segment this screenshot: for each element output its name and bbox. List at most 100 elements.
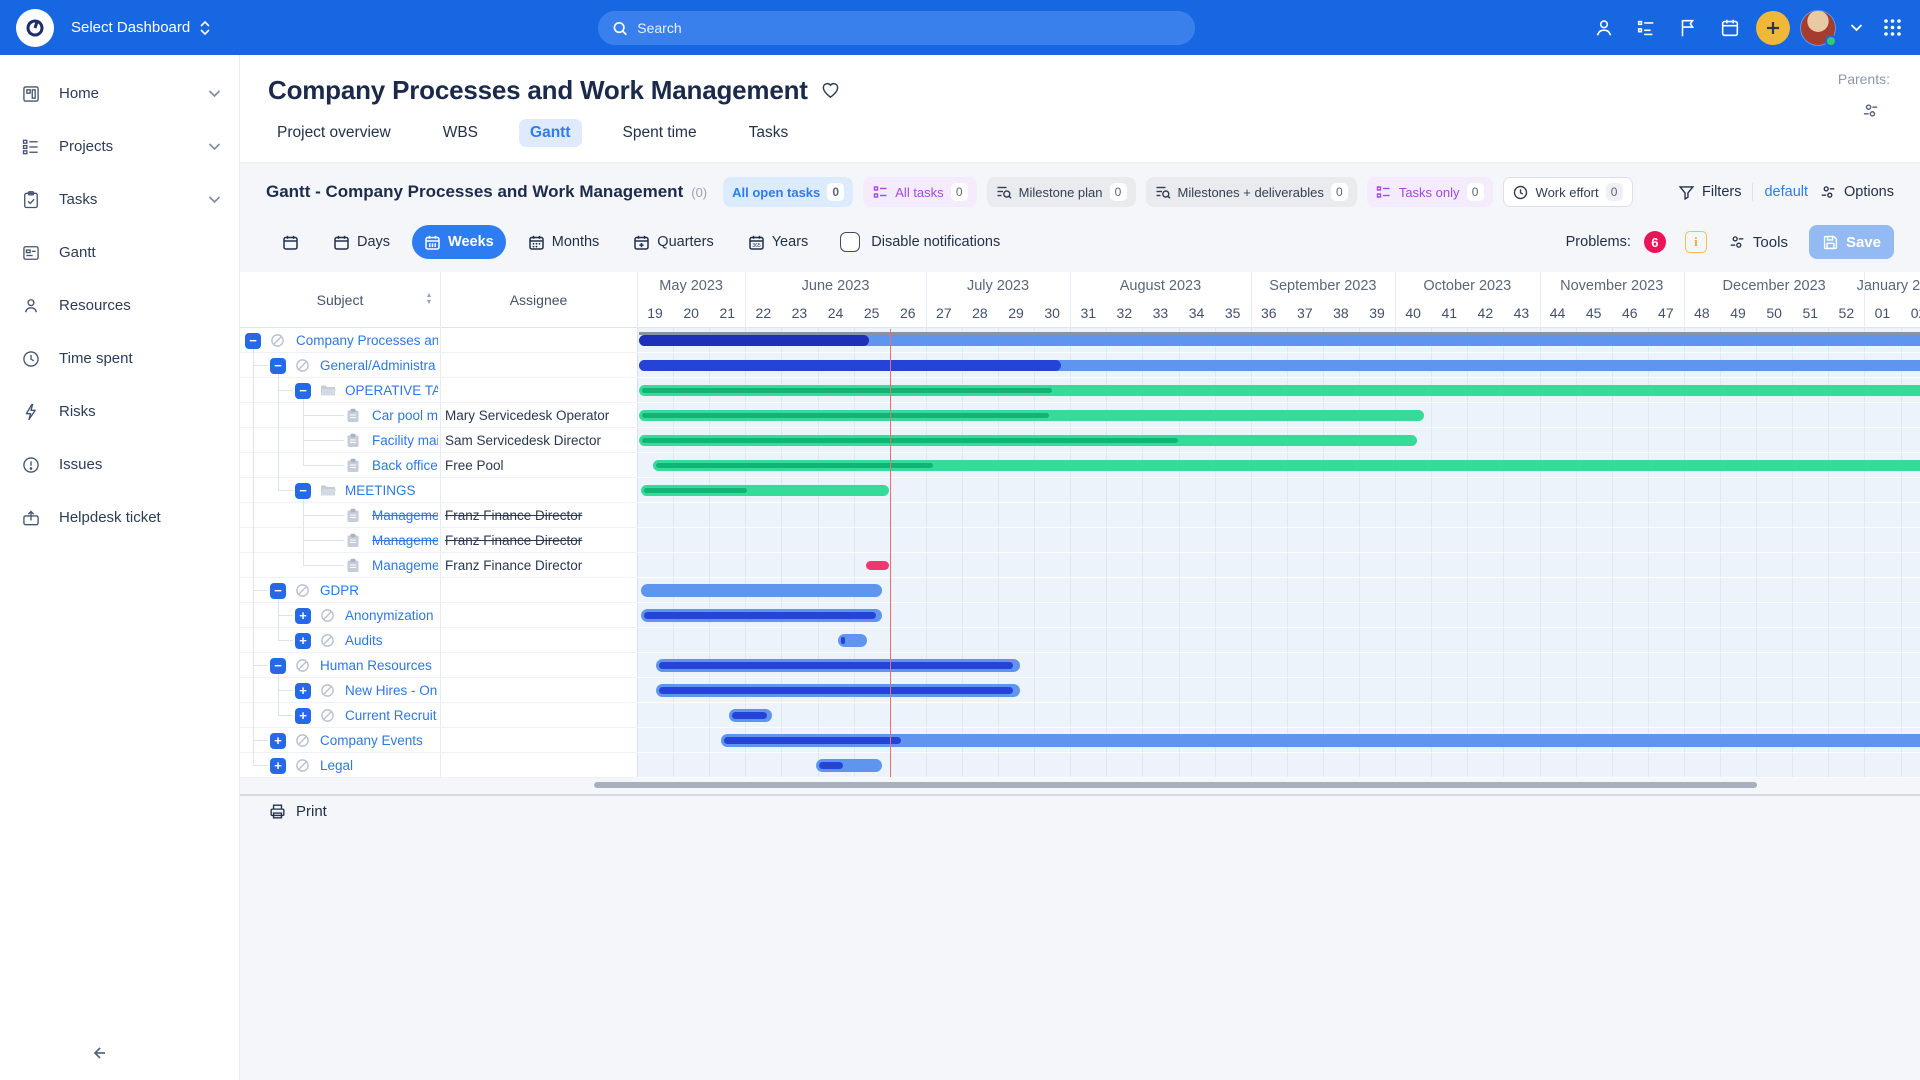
expand-node-button[interactable]: + [295,608,311,624]
chip-work-effort[interactable]: Work effort0 [1503,177,1633,207]
expand-node-button[interactable]: + [270,733,286,749]
gantt-row-subject[interactable]: New Hires - Onl [345,683,438,700]
collapse-node-button[interactable]: − [270,358,286,374]
options-button[interactable]: Options [1819,183,1894,201]
milestone-bar[interactable] [866,561,889,570]
list-search-icon [1155,184,1171,200]
funnel-icon [1678,184,1695,201]
disable-notifications-checkbox[interactable] [840,232,860,252]
row-separator [240,627,637,628]
timeline-week-number: 30 [1034,305,1070,321]
timeline-week-number: 37 [1287,305,1323,321]
chip-all-open-tasks[interactable]: All open tasks0 [723,177,853,207]
collapse-node-button[interactable]: − [245,333,261,349]
tree-connector [278,640,293,641]
gantt-row-subject[interactable]: Legal [320,758,438,775]
chip-milestones-deliverables[interactable]: Milestones + deliverables0 [1146,177,1357,207]
view-years[interactable]: 365Years [736,225,821,259]
save-button[interactable]: Save [1809,225,1894,259]
tab-gantt[interactable]: Gantt [519,119,581,147]
tab-spent-time[interactable]: Spent time [612,119,708,147]
gantt-bar-progress [644,488,747,493]
account-menu-chevron[interactable] [1846,11,1866,45]
expand-node-button[interactable]: + [295,633,311,649]
chip-all-tasks[interactable]: All tasks0 [863,177,976,207]
app-logo[interactable] [16,9,54,47]
view-days[interactable]: Days [321,225,402,259]
gantt-row-subject[interactable]: Company Processes and [296,333,438,350]
sidebar-item-resources[interactable]: Resources [0,279,239,332]
collapse-sidebar-button[interactable] [86,1040,112,1066]
options-label: Options [1844,184,1894,200]
chip-milestone-plan[interactable]: Milestone plan0 [987,177,1136,207]
info-icon[interactable]: i [1685,231,1707,253]
gantt-row-subject[interactable]: Back office [372,458,438,475]
tab-project-overview[interactable]: Project overview [266,119,402,147]
filter-default-link[interactable]: default [1764,184,1808,200]
profile-icon[interactable] [1588,11,1620,45]
tools-button[interactable]: Tools [1728,233,1788,251]
timeline-week-number: 42 [1467,305,1503,321]
gantt-row-subject[interactable]: Company Events [320,733,438,750]
view-months[interactable]: Months [516,225,612,259]
tab-tasks[interactable]: Tasks [738,119,800,147]
my-tasks-icon[interactable] [1630,11,1662,45]
tree-connector [253,349,254,765]
expand-node-button[interactable]: + [295,683,311,699]
expand-node-button[interactable]: + [270,758,286,774]
collapse-node-button[interactable]: − [295,383,311,399]
sidebar-item-helpdesk-ticket[interactable]: Helpdesk ticket [0,491,239,544]
tree-connector [253,665,268,666]
tree-connector [253,740,268,741]
jump-to-date-button[interactable] [270,225,311,259]
topbar-actions [1588,0,1908,55]
search-input[interactable] [637,20,1181,36]
gantt-row-subject[interactable]: Audits [345,633,438,650]
sidebar-item-risks[interactable]: Risks [0,385,239,438]
print-button[interactable]: Print [268,802,327,821]
gantt-row-subject[interactable]: MEETINGS [345,483,438,500]
sidebar-item-home[interactable]: Home [0,67,239,120]
sidebar-item-issues[interactable]: Issues [0,438,239,491]
chip-tasks-only[interactable]: Tasks only0 [1367,177,1493,207]
tab-wbs[interactable]: WBS [432,119,489,147]
expand-node-button[interactable]: + [295,708,311,724]
gantt-row-subject[interactable]: Facility mai [372,433,438,450]
flag-icon[interactable] [1672,11,1704,45]
gantt-row-subject[interactable]: GDPR [320,583,438,600]
gantt-row-subject[interactable]: Manageme [372,533,438,550]
sidebar-item-tasks[interactable]: Tasks [0,173,239,226]
view-quarters[interactable]: Quarters [621,225,725,259]
user-avatar[interactable] [1800,10,1836,46]
gantt-row-subject[interactable]: Human Resources [320,658,438,675]
resources-icon [20,295,42,317]
dashboard-selector[interactable]: Select Dashboard [71,19,211,36]
calendar-icon[interactable] [1714,11,1746,45]
collapse-node-button[interactable]: − [295,483,311,499]
sidebar-item-projects[interactable]: Projects [0,120,239,173]
quick-add-button[interactable] [1756,11,1790,45]
gantt-row-subject[interactable]: General/Administra [320,358,438,375]
timeline-week-number: 24 [818,305,854,321]
collapse-node-button[interactable]: − [270,658,286,674]
filters-button[interactable]: Filters [1678,184,1741,201]
gantt-bar[interactable] [641,584,883,597]
sidebar-item-label: Projects [59,138,191,155]
sort-icon[interactable]: ▲▼ [423,292,435,306]
gantt-row-subject[interactable]: Manageme [372,558,438,575]
gantt-row-subject[interactable]: Anonymization [345,608,438,625]
horizontal-scrollbar[interactable] [594,782,1757,788]
column-header-subject[interactable]: Subject [240,272,440,328]
favorite-heart-icon[interactable] [821,81,840,104]
gantt-row-subject[interactable]: Current Recruit [345,708,438,725]
sidebar-item-gantt[interactable]: Gantt [0,226,239,279]
apps-grid-icon[interactable] [1876,11,1908,45]
gantt-row-subject[interactable]: Manageme [372,508,438,525]
gantt-row-subject[interactable]: OPERATIVE TAS [345,383,438,400]
view-weeks[interactable]: Weeks [412,225,506,259]
collapse-node-button[interactable]: − [270,583,286,599]
gantt-row-subject[interactable]: Car pool ma [372,408,438,425]
header-options-icon[interactable] [1861,101,1880,125]
sidebar-item-time-spent[interactable]: Time spent [0,332,239,385]
problems-count-badge[interactable]: 6 [1644,231,1666,253]
